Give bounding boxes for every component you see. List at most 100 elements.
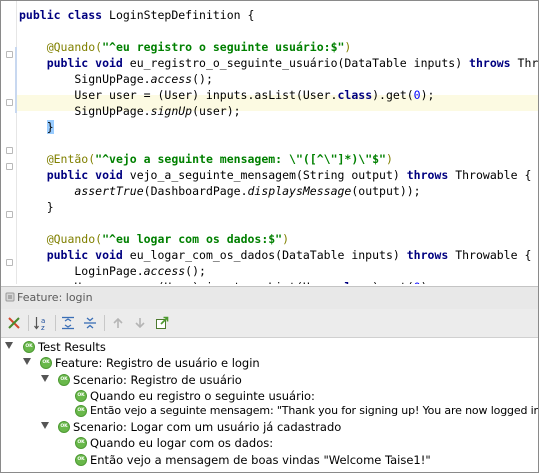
code-token: } — [19, 200, 54, 214]
tree-node-step[interactable]: OK Quando eu logar com os dados: — [1, 434, 538, 452]
code-line[interactable]: LoginPage.access(); — [19, 263, 206, 279]
code-token: throws — [406, 168, 456, 182]
code-token: public class — [19, 8, 110, 22]
code-token: Throwable — [517, 56, 538, 70]
sort-alphabetically-button[interactable]: a z — [32, 314, 50, 332]
cucumber-feature-icon — [5, 292, 15, 302]
filter-icon — [8, 317, 20, 329]
collapse-all-button[interactable] — [81, 314, 99, 332]
code-line[interactable]: User user = (User) inputs.asList(User.cl… — [19, 279, 434, 284]
expand-toggle-icon[interactable] — [5, 342, 13, 349]
code-token: User user = (User) inputs.asList(User. — [19, 280, 337, 284]
editor-gutter — [1, 1, 17, 284]
code-token: eu_logar_com_os_dados(DataTable inputs) — [129, 248, 407, 262]
code-line[interactable]: public void eu_registro_o_seguinte_usuár… — [19, 55, 538, 71]
export-results-button[interactable] — [153, 314, 171, 332]
code-token: ) — [344, 40, 352, 54]
code-line[interactable]: } — [19, 119, 54, 135]
code-token: SignUpPage. — [19, 72, 151, 86]
code-token: LoginPage. — [19, 264, 144, 278]
tree-node-step[interactable]: OK Então vejo a mensagem de boas vindas … — [1, 451, 538, 469]
fold-marker[interactable] — [6, 259, 13, 266]
code-token: access — [143, 264, 186, 278]
ok-status-icon: OK — [23, 341, 35, 353]
toolbar-separator — [28, 315, 29, 331]
fold-marker[interactable] — [6, 163, 13, 170]
fold-marker[interactable] — [6, 211, 13, 218]
expand-toggle-icon[interactable] — [41, 375, 49, 382]
code-token: vejo_a_seguinte_mensagem(String output) — [129, 168, 407, 182]
previous-failed-button[interactable] — [109, 314, 127, 332]
fold-marker[interactable] — [6, 147, 13, 154]
fold-marker[interactable] — [6, 99, 13, 106]
expand-all-button[interactable] — [59, 314, 77, 332]
code-token: ).get( — [372, 280, 414, 284]
code-line[interactable]: public void vejo_a_seguinte_mensagem(Str… — [19, 167, 532, 183]
code-line[interactable]: @Quando("^eu logar com os dados:$") — [19, 231, 289, 247]
code-token: public void — [19, 248, 130, 262]
code-token: Throwable { — [455, 168, 532, 182]
toolbar-separator — [55, 315, 56, 331]
feature-tab-bar[interactable]: Feature: login — [1, 286, 538, 310]
code-line[interactable]: assertTrue(DashboardPage.displaysMessage… — [19, 183, 421, 199]
code-token: (user); — [192, 104, 241, 118]
code-token: (DashboardPage. — [143, 184, 248, 198]
ok-status-icon: OK — [75, 437, 87, 449]
code-token: "^vejo a seguinte mensagem: \"([^\"]*)\"… — [95, 152, 386, 166]
code-editor[interactable]: public class LoginStepDefinition { @Quan… — [1, 1, 538, 284]
code-token: "^eu logar com os dados:$" — [102, 232, 283, 246]
tree-node-label: Quando eu logar com os dados: — [90, 436, 274, 450]
ide-window: public class LoginStepDefinition { @Quan… — [0, 0, 539, 473]
code-token: signUp — [150, 104, 193, 118]
ok-status-icon: OK — [58, 421, 70, 433]
code-token: eu_registro_o_seguinte_usuário(DataTable… — [129, 56, 470, 70]
code-token: public void — [19, 56, 130, 70]
code-token: (output)); — [351, 184, 421, 198]
code-line[interactable]: public void eu_logar_com_os_dados(DataTa… — [19, 247, 532, 263]
tree-node-label: Feature: Registro de usuário e login — [55, 356, 260, 370]
next-failed-button[interactable] — [131, 314, 149, 332]
test-results-tree[interactable]: OK Test Results OK Feature: Registro de … — [1, 338, 538, 472]
code-line[interactable]: } — [19, 199, 54, 215]
code-line[interactable]: User user = (User) inputs.asList(User.cl… — [19, 87, 434, 103]
code-token: "^eu registro o seguinte usuário:$" — [102, 40, 345, 54]
code-token: class — [338, 280, 373, 284]
filter-failed-button[interactable] — [5, 314, 23, 332]
code-token: 0 — [414, 280, 421, 284]
code-line[interactable]: SignUpPage.signUp(user); — [19, 103, 241, 119]
code-token: displaysMessage — [247, 184, 352, 198]
code-token: ); — [420, 88, 435, 102]
code-token: access — [150, 72, 193, 86]
code-token: (); — [192, 72, 213, 86]
test-runner-toolbar: a z — [1, 309, 538, 338]
fold-marker[interactable] — [6, 51, 13, 58]
tree-node-feature[interactable]: OK Feature: Registro de usuário e login — [1, 354, 538, 372]
expand-toggle-icon[interactable] — [23, 358, 31, 365]
arrow-down-icon — [135, 318, 145, 329]
code-token: class — [337, 88, 373, 102]
code-line[interactable]: @Então("^vejo a seguinte mensagem: \"([^… — [19, 151, 393, 167]
code-token: } — [46, 120, 54, 134]
ok-status-icon: OK — [75, 454, 87, 466]
code-line[interactable]: SignUpPage.access(); — [19, 71, 213, 87]
code-token: @Quando( — [19, 232, 103, 246]
ok-status-icon: OK — [58, 374, 70, 386]
code-line[interactable]: public class LoginStepDefinition { — [19, 7, 254, 23]
expand-all-icon — [62, 316, 74, 330]
ok-status-icon: OK — [75, 390, 87, 402]
code-token: ) — [385, 152, 393, 166]
expand-toggle-icon[interactable] — [41, 422, 49, 429]
code-token: User user = (User) inputs.asList(User. — [19, 88, 338, 102]
code-token: assertTrue — [74, 184, 144, 198]
code-token: SignUpPage. — [19, 104, 151, 118]
code-token: ); — [421, 280, 435, 284]
ok-status-icon: OK — [75, 405, 87, 417]
code-token: public void — [19, 168, 130, 182]
code-token: LoginStepDefinition { — [109, 8, 255, 22]
code-token: throws — [406, 248, 456, 262]
code-line[interactable]: @Quando("^eu registro o seguinte usuário… — [19, 39, 352, 55]
collapse-all-icon — [84, 317, 96, 329]
code-token: throws — [469, 56, 518, 70]
